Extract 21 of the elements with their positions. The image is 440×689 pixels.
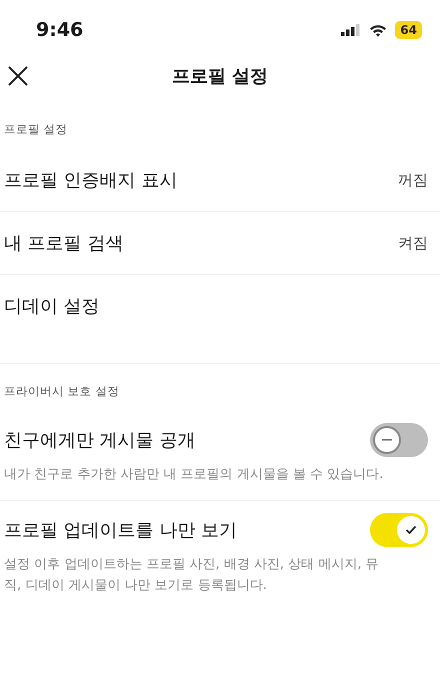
section-title: 프로필 설정: [4, 122, 68, 136]
setting-label: 친구에게만 게시물 공개: [4, 429, 196, 452]
setting-description: 설정 이후 업데이트하는 프로필 사진, 배경 사진, 상태 메시지, 뮤직, 디데이 게시물이 나만 보기로 등록됩니다.: [4, 556, 380, 595]
setting-label[interactable]: 내 프로필 검색: [4, 231, 124, 255]
setting-description: 내가 친구로 추가한 사람만 내 프로필의 게시물을 볼 수 있습니다.: [4, 466, 384, 484]
wifi-icon: [369, 24, 388, 36]
setting-value: 꺼짐: [398, 170, 428, 190]
setting-value: 켜짐: [398, 234, 428, 252]
toggle-switch[interactable]: [370, 512, 428, 547]
battery-level: 64: [395, 21, 422, 39]
signal-icon: [341, 24, 362, 36]
status-time: 9:46: [36, 19, 84, 41]
close-icon[interactable]: [6, 64, 30, 88]
setting-label: 프로필 업데이트를 나만 보기: [4, 518, 238, 542]
minus-icon: [382, 439, 392, 441]
section-title: 프라이버시 보호 설정: [4, 384, 120, 398]
setting-label[interactable]: 프로필 인증배지 표시: [4, 168, 178, 192]
page-title: 프로필 설정: [172, 65, 268, 88]
setting-label[interactable]: 디데이 설정: [4, 294, 100, 318]
check-icon: [405, 524, 417, 535]
toggle-switch[interactable]: [370, 423, 428, 457]
